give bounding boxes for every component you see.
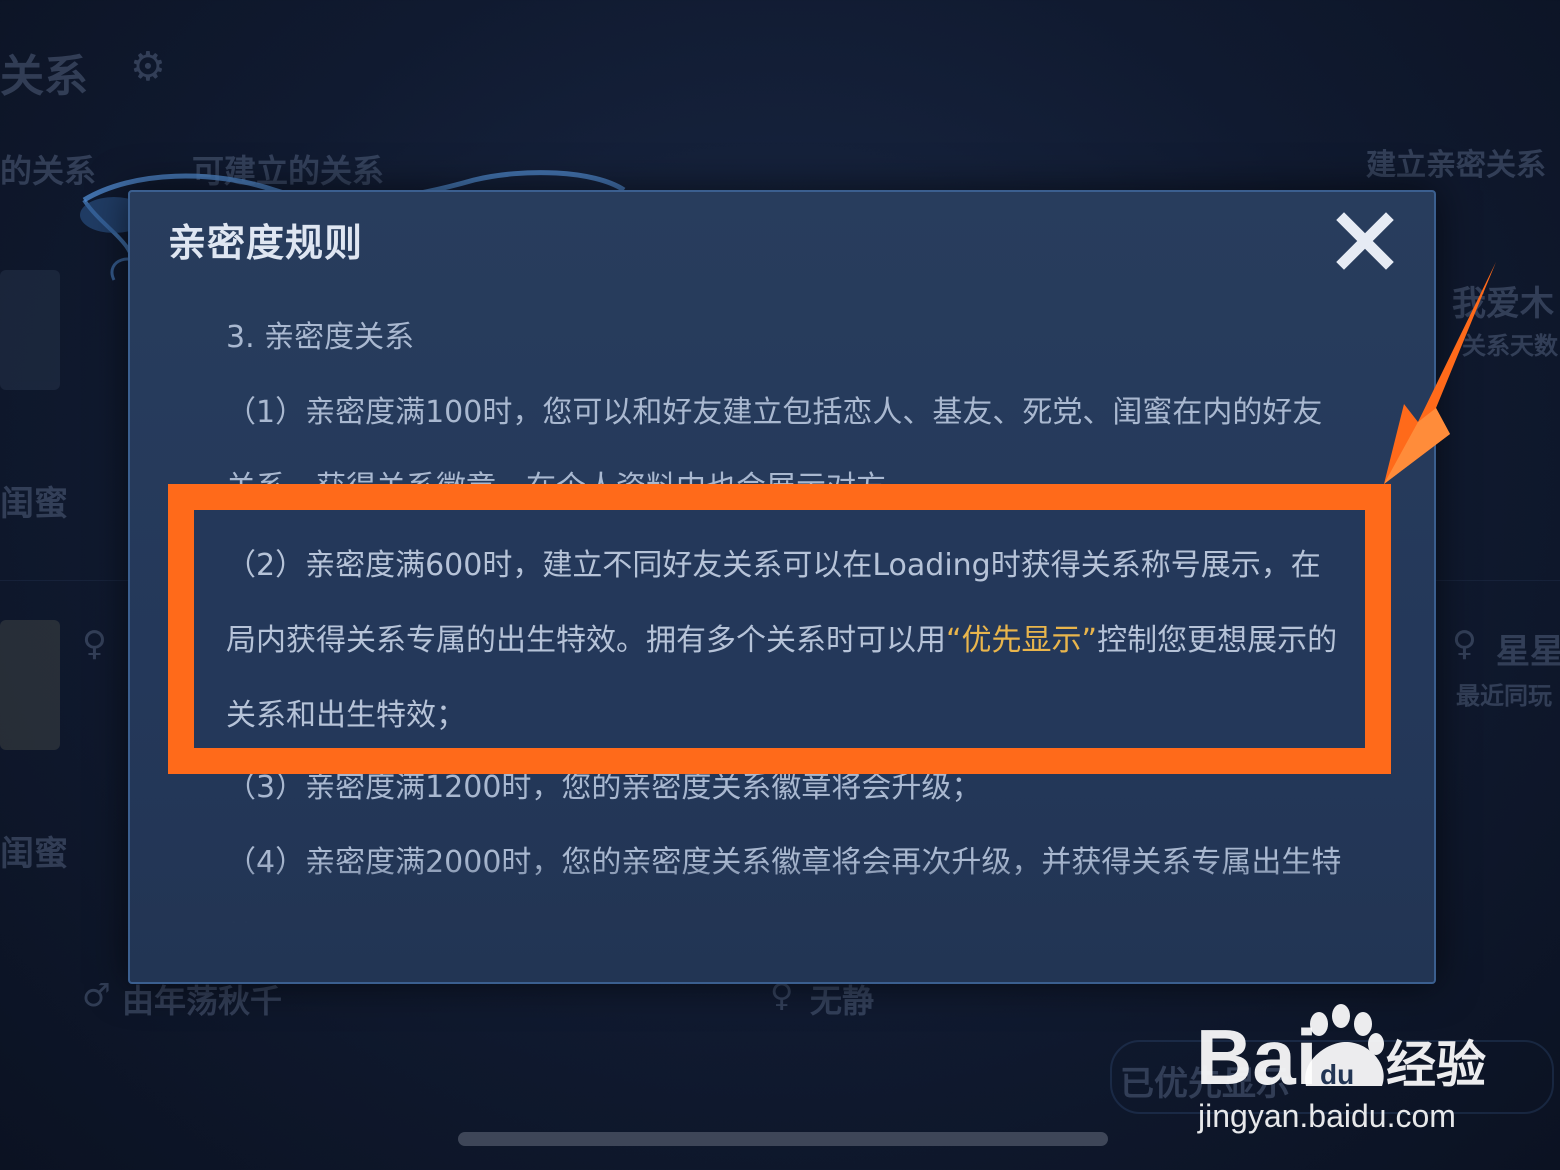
avatar	[0, 270, 60, 390]
avatar	[0, 620, 60, 750]
side-label-2: 闺蜜	[0, 834, 68, 874]
dialog-title: 亲密度规则	[168, 221, 364, 265]
watermark-url: jingyan.baidu.com	[1198, 1098, 1456, 1134]
side-label-1: 闺蜜	[0, 484, 68, 524]
section-heading: 3. 亲密度关系	[226, 320, 415, 355]
female-icon: ♀	[82, 624, 107, 664]
svg-text:du: du	[1320, 1059, 1354, 1090]
friend-name-2: 星星	[1496, 632, 1560, 672]
settings-icon: ⚙	[130, 44, 166, 90]
home-indicator	[458, 1132, 1108, 1146]
annotation-arrow-icon	[1384, 262, 1496, 484]
female-icon: ♀	[1452, 624, 1477, 664]
svg-text:Bai: Bai	[1196, 1013, 1317, 1101]
male-icon: ♂	[82, 976, 111, 1014]
svg-text:经验: 经验	[1386, 1036, 1486, 1094]
page-title: 关系	[0, 51, 88, 102]
baidu-logo-icon: Bai du 经验	[1196, 1004, 1486, 1101]
highlight-box	[168, 484, 1391, 774]
friend-sub-2: 最近同玩	[1456, 682, 1552, 710]
tab-build-relation[interactable]: 建立亲密关系	[1366, 140, 1546, 184]
